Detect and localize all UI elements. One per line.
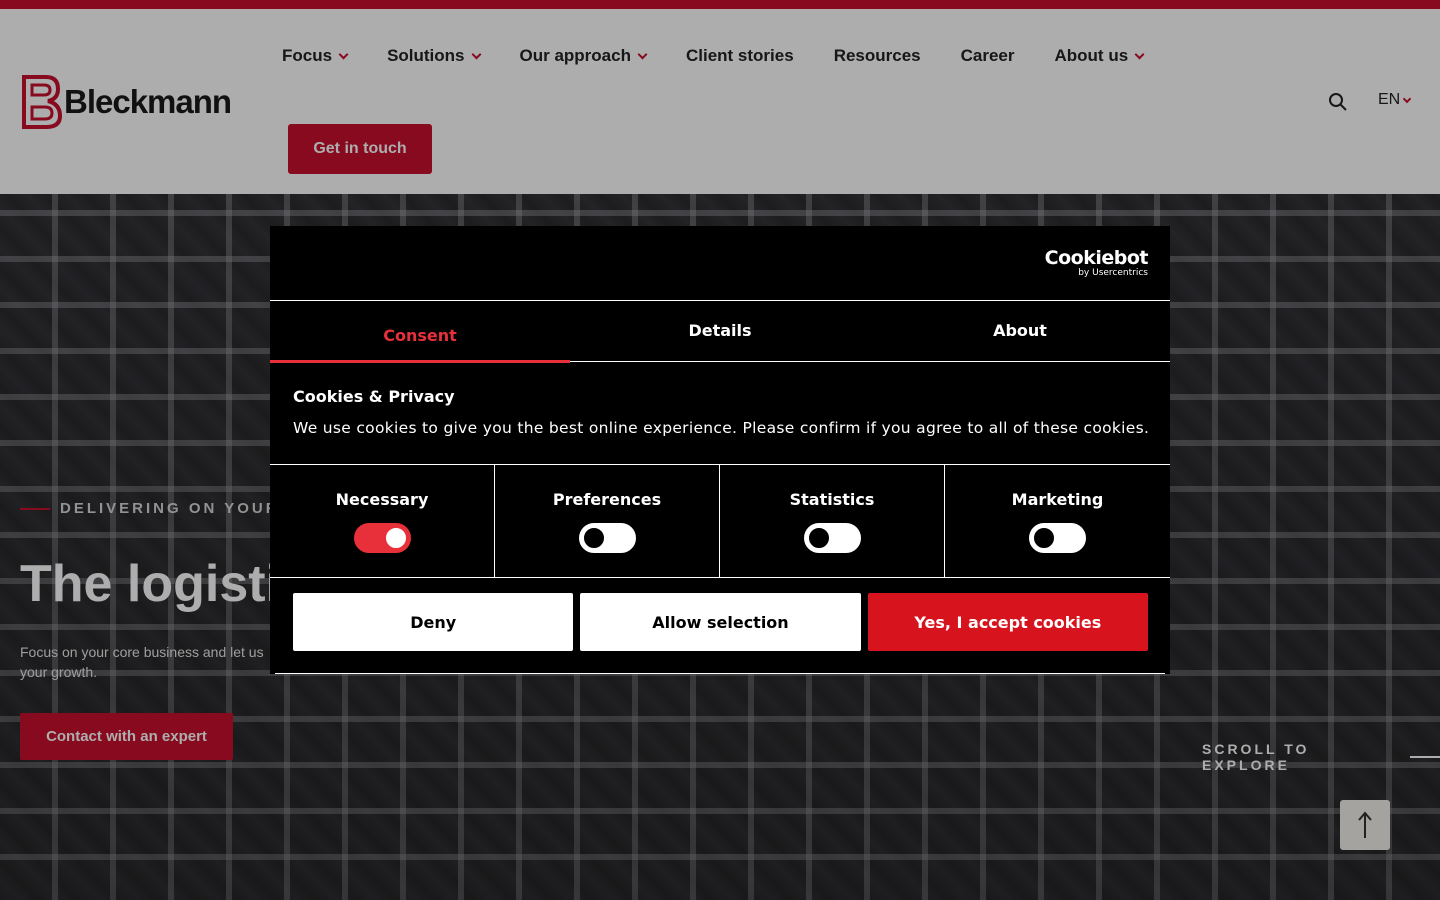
tab-label: Consent (383, 325, 457, 345)
cookie-categories: Necessary Preferences Statistics Marketi… (270, 464, 1170, 578)
tab-consent[interactable]: Consent (270, 302, 570, 363)
category-marketing: Marketing (945, 465, 1170, 577)
cookiebot-brand: Cookiebot (1044, 247, 1149, 269)
dialog-title: Cookies & Privacy (293, 387, 455, 406)
toggle-knob (1034, 528, 1054, 548)
dialog-tabs: Consent Details About (270, 302, 1170, 363)
toggle-knob (583, 528, 604, 548)
cookie-consent-dialog: Cookiebot by Usercentrics Consent Detail… (270, 226, 1170, 674)
deny-button[interactable]: Deny (293, 593, 574, 651)
accept-cookies-button[interactable]: Yes, I accept cookies (867, 593, 1148, 651)
dialog-divider (275, 673, 1165, 674)
tab-details[interactable]: Details (570, 302, 870, 362)
category-statistics: Statistics (720, 465, 945, 577)
dialog-text: We use cookies to give you the best onli… (293, 419, 1150, 437)
tab-label: About (993, 320, 1047, 340)
marketing-toggle[interactable] (1029, 523, 1086, 553)
tab-about[interactable]: About (870, 302, 1170, 362)
category-label: Marketing (1011, 490, 1104, 509)
preferences-toggle[interactable] (578, 523, 636, 553)
cookiebot-logo: Cookiebot by Usercentrics (1044, 247, 1149, 280)
statistics-toggle[interactable] (803, 523, 861, 553)
category-label: Preferences (552, 490, 662, 509)
category-label: Statistics (789, 490, 875, 509)
dialog-buttons: Deny Allow selection Yes, I accept cooki… (293, 593, 1148, 651)
toggle-knob (385, 528, 406, 548)
toggle-knob (808, 528, 829, 548)
category-preferences: Preferences (495, 465, 720, 577)
necessary-toggle[interactable] (353, 523, 411, 553)
dialog-header: Cookiebot by Usercentrics (270, 226, 1170, 301)
cookiebot-brand-sub: by Usercentrics (1078, 268, 1148, 278)
category-label: Necessary (335, 490, 429, 509)
allow-selection-button[interactable]: Allow selection (580, 593, 861, 651)
tab-label: Details (688, 320, 752, 340)
category-necessary: Necessary (270, 465, 495, 577)
